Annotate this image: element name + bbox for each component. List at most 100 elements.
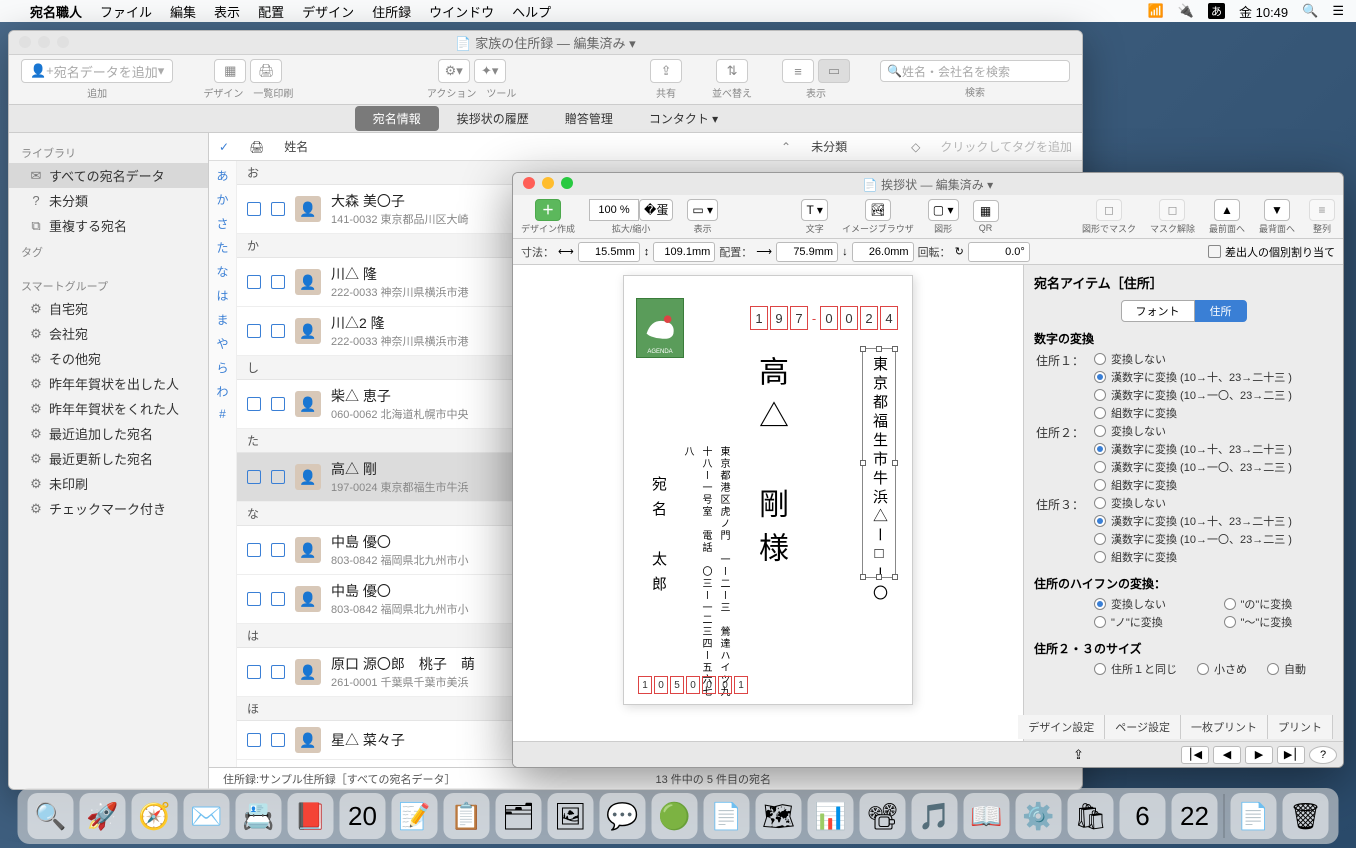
sidebar-item[interactable]: ✉すべての宛名データ bbox=[9, 163, 208, 188]
check2[interactable] bbox=[271, 275, 285, 289]
tab-address-info[interactable]: 宛名情報 bbox=[355, 106, 439, 131]
text-button[interactable]: T ▾ bbox=[801, 199, 827, 221]
dock-item[interactable]: 📄 bbox=[1231, 793, 1277, 839]
front-button[interactable]: ▲ bbox=[1214, 199, 1240, 221]
tab-history[interactable]: 挨拶状の履歴 bbox=[439, 106, 547, 131]
image-button[interactable]: 🏞 bbox=[865, 199, 891, 221]
convert-opt[interactable]: 漢数字に変換 (10→十、23→二十三 ) bbox=[1094, 369, 1292, 385]
convert-opt[interactable]: 漢数字に変換 (10→十、23→二十三 ) bbox=[1094, 441, 1292, 457]
wifi-icon[interactable]: 📶 bbox=[1148, 3, 1164, 19]
tab-page-settings[interactable]: ページ設定 bbox=[1105, 715, 1181, 739]
zoom-icon[interactable] bbox=[57, 36, 69, 48]
menu-edit[interactable]: 編集 bbox=[170, 2, 196, 21]
check2[interactable] bbox=[271, 202, 285, 216]
dock-item[interactable]: 🧭 bbox=[132, 793, 178, 839]
mask-button[interactable]: ◻ bbox=[1096, 199, 1122, 221]
col-tag[interactable]: 未分類 bbox=[811, 138, 891, 155]
spotlight-icon[interactable]: 🔍 bbox=[1302, 3, 1318, 19]
share-button[interactable]: ⇪ bbox=[650, 59, 682, 83]
menu-arrange[interactable]: 配置 bbox=[258, 2, 284, 21]
menu-file[interactable]: ファイル bbox=[100, 2, 152, 21]
kana-item[interactable]: た bbox=[216, 239, 228, 256]
dock-item[interactable]: 📄 bbox=[704, 793, 750, 839]
sidebar-item[interactable]: ⧉重複する宛名 bbox=[9, 213, 208, 238]
notification-icon[interactable]: ☰ bbox=[1332, 3, 1344, 19]
check2[interactable] bbox=[271, 592, 285, 606]
kana-item[interactable]: は bbox=[216, 287, 228, 304]
dock-item[interactable]: 🚀 bbox=[80, 793, 126, 839]
print-button[interactable]: 🖨 bbox=[250, 59, 282, 83]
dock-item[interactable]: 🎵 bbox=[912, 793, 958, 839]
tab-single-print[interactable]: 一枚プリント bbox=[1181, 715, 1268, 739]
check1[interactable] bbox=[247, 592, 261, 606]
check2[interactable] bbox=[271, 665, 285, 679]
convert-opt[interactable]: 漢数字に変換 (10→一〇、23→二三 ) bbox=[1094, 459, 1292, 475]
convert-opt[interactable]: 漢数字に変換 (10→一〇、23→二三 ) bbox=[1094, 387, 1292, 403]
nav-last[interactable]: ▶⎮ bbox=[1277, 746, 1305, 764]
sidebar-smart-item[interactable]: ⚙会社宛 bbox=[9, 321, 208, 346]
tag-placeholder[interactable]: クリックしてタグを追加 bbox=[940, 138, 1072, 155]
sender-zip[interactable]: 1050001 bbox=[638, 676, 748, 694]
qr-button[interactable]: ▦ bbox=[973, 200, 999, 222]
nav-prev[interactable]: ◀ bbox=[1213, 746, 1241, 764]
window-controls[interactable] bbox=[19, 36, 69, 48]
print-col-icon[interactable]: 🖨 bbox=[249, 140, 264, 154]
dock-item[interactable]: 🟢 bbox=[652, 793, 698, 839]
dock-item[interactable]: 📖 bbox=[964, 793, 1010, 839]
dock-item[interactable]: 20 bbox=[340, 793, 386, 839]
sidebar-smart-item[interactable]: ⚙昨年年賀状をくれた人 bbox=[9, 396, 208, 421]
sender-override-check[interactable] bbox=[1208, 245, 1221, 258]
sidebar-smart-item[interactable]: ⚙その他宛 bbox=[9, 346, 208, 371]
window-controls[interactable] bbox=[523, 177, 573, 189]
view-detail-button[interactable]: ▭ bbox=[818, 59, 850, 83]
sidebar-smart-item[interactable]: ⚙昨年年賀状を出した人 bbox=[9, 371, 208, 396]
kana-item[interactable]: ま bbox=[216, 311, 228, 328]
dock-item[interactable]: 🛍 bbox=[1068, 793, 1114, 839]
dock-item[interactable]: ⚙️ bbox=[1016, 793, 1062, 839]
dock-item[interactable]: 📕 bbox=[288, 793, 334, 839]
hyphen-opt[interactable]: 変換しない bbox=[1094, 596, 1204, 612]
rotate-input[interactable] bbox=[968, 242, 1030, 262]
search-input[interactable]: 🔍 姓名・会社名を検索 bbox=[880, 60, 1070, 82]
check2[interactable] bbox=[271, 397, 285, 411]
sidebar-smart-item[interactable]: ⚙最近追加した宛名 bbox=[9, 421, 208, 446]
check1[interactable] bbox=[247, 324, 261, 338]
zoom-icon[interactable] bbox=[561, 177, 573, 189]
kana-item[interactable]: # bbox=[219, 407, 226, 421]
col-name[interactable]: 姓名 bbox=[284, 138, 761, 155]
x-input[interactable] bbox=[776, 242, 838, 262]
sidebar-smart-item[interactable]: ⚙チェックマーク付き bbox=[9, 496, 208, 521]
menu-design[interactable]: デザイン bbox=[302, 2, 354, 21]
back-button[interactable]: ▼ bbox=[1264, 199, 1290, 221]
view-list-button[interactable]: ≡ bbox=[782, 59, 814, 83]
hyphen-opt[interactable]: "〜"に変換 bbox=[1224, 614, 1334, 630]
canvas[interactable]: 197-0024 東京都福生市牛浜△ー□ー〇 高△ 剛様 東京都港区虎ノ門 一ー… bbox=[513, 265, 1023, 767]
nav-next[interactable]: ▶ bbox=[1245, 746, 1273, 764]
check1[interactable] bbox=[247, 470, 261, 484]
y-input[interactable] bbox=[852, 242, 914, 262]
design-button[interactable]: ▦ bbox=[214, 59, 246, 83]
align-button[interactable]: ≡ bbox=[1309, 199, 1335, 221]
convert-opt[interactable]: 組数字に変換 bbox=[1094, 549, 1292, 565]
convert-opt[interactable]: 組数字に変換 bbox=[1094, 477, 1292, 493]
menu-view[interactable]: 表示 bbox=[214, 2, 240, 21]
sort-button[interactable]: ⇅ bbox=[716, 59, 748, 83]
zoom-input[interactable] bbox=[589, 199, 639, 221]
shape-button[interactable]: ▢ ▾ bbox=[928, 199, 959, 221]
width-input[interactable] bbox=[578, 242, 640, 262]
kana-item[interactable]: さ bbox=[216, 215, 228, 232]
close-icon[interactable] bbox=[523, 177, 535, 189]
sidebar-smart-item[interactable]: ⚙最近更新した宛名 bbox=[9, 446, 208, 471]
stamp[interactable] bbox=[636, 298, 684, 358]
check1[interactable] bbox=[247, 543, 261, 557]
action-button[interactable]: ⚙▾ bbox=[438, 59, 470, 83]
check1[interactable] bbox=[247, 397, 261, 411]
nav-first[interactable]: ⎮◀ bbox=[1181, 746, 1209, 764]
create-button[interactable]: ＋ bbox=[535, 199, 561, 221]
unmask-button[interactable]: ◻ bbox=[1159, 199, 1185, 221]
check2[interactable] bbox=[271, 324, 285, 338]
size-opt[interactable]: 小さめ bbox=[1197, 661, 1247, 677]
sidebar-smart-item[interactable]: ⚙自宅宛 bbox=[9, 296, 208, 321]
convert-opt[interactable]: 変換しない bbox=[1094, 423, 1292, 439]
size-opt[interactable]: 住所１と同じ bbox=[1094, 661, 1177, 677]
